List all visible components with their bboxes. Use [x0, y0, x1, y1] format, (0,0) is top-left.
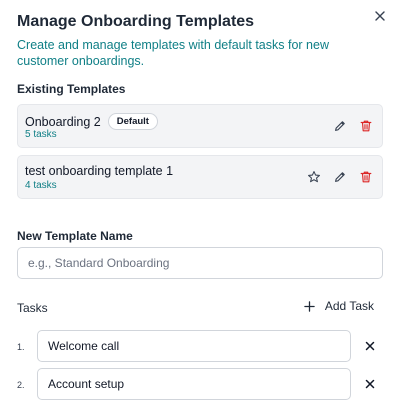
- template-card: test onboarding template 1 4 tasks: [17, 155, 383, 199]
- star-icon[interactable]: [305, 168, 323, 186]
- task-number: 1.: [17, 342, 25, 352]
- dialog-description: Create and manage templates with default…: [17, 38, 329, 68]
- dialog-title: Manage Onboarding Templates: [17, 13, 255, 30]
- template-name-text: test onboarding template 1: [25, 164, 174, 178]
- edit-icon[interactable]: [331, 168, 349, 186]
- template-task-count: 5 tasks: [25, 129, 57, 140]
- trash-icon[interactable]: [357, 117, 375, 135]
- task-input[interactable]: [37, 330, 351, 362]
- remove-task-icon[interactable]: [362, 338, 378, 354]
- new-template-name-label: New Template Name: [17, 229, 133, 243]
- task-input[interactable]: [37, 368, 351, 400]
- template-name: Onboarding 2 Default: [25, 113, 158, 130]
- edit-icon[interactable]: [331, 117, 349, 135]
- existing-templates-label: Existing Templates: [17, 82, 126, 96]
- template-name-input[interactable]: [17, 247, 383, 279]
- remove-task-icon[interactable]: [362, 376, 378, 392]
- add-task-label: Add Task: [324, 299, 374, 313]
- close-icon[interactable]: [372, 8, 388, 24]
- tasks-label: Tasks: [17, 301, 48, 315]
- trash-icon[interactable]: [357, 168, 375, 186]
- default-badge: Default: [107, 113, 158, 130]
- template-card: Onboarding 2 Default 5 tasks: [17, 104, 383, 148]
- add-task-button[interactable]: Add Task: [304, 299, 374, 313]
- template-name: test onboarding template 1: [25, 164, 173, 178]
- plus-icon: [304, 300, 315, 312]
- task-number: 2.: [17, 380, 25, 390]
- onboarding-templates-dialog: Manage Onboarding Templates Create and m…: [0, 0, 400, 400]
- template-name-text: Onboarding 2: [25, 114, 101, 129]
- template-task-count: 4 tasks: [25, 180, 57, 191]
